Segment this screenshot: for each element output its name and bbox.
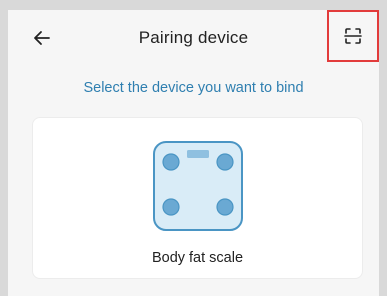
scan-button[interactable] bbox=[327, 10, 379, 62]
instruction-text: Select the device you want to bind bbox=[83, 80, 304, 96]
body-fat-scale-icon bbox=[153, 141, 243, 231]
page-title: Pairing device bbox=[138, 28, 249, 47]
scan-icon bbox=[344, 28, 362, 44]
device-card-body-fat-scale[interactable]: Body fat scale bbox=[32, 117, 363, 279]
header: Pairing device bbox=[8, 10, 379, 66]
app-screen: Pairing device Select the device you wan… bbox=[8, 10, 379, 296]
device-name: Body fat scale bbox=[151, 250, 244, 266]
